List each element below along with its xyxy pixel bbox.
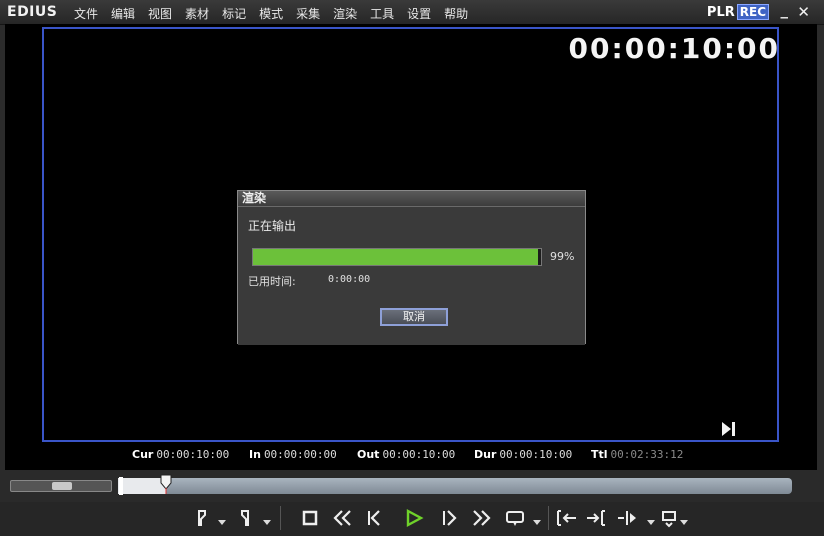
chevron-down-icon[interactable] [647, 518, 655, 526]
menu-render[interactable]: 渲染 [333, 5, 357, 22]
zoom-slider[interactable] [10, 480, 112, 492]
menu-marker[interactable]: 标记 [222, 5, 246, 22]
close-button[interactable]: ✕ [797, 3, 810, 21]
main-menu: 文件 编辑 视图 素材 标记 模式 采集 渲染 工具 设置 帮助 [74, 5, 468, 22]
play-button[interactable] [402, 506, 426, 530]
fast-forward-icon [473, 510, 491, 526]
render-dialog: 渲染 正在输出 99% 已用时间: 0:00:00 取消 [237, 190, 586, 345]
app-logo: EDIUS [7, 4, 58, 20]
set-out-button[interactable] [233, 506, 257, 530]
set-out-icon [241, 510, 249, 526]
step-forward-button[interactable] [438, 506, 462, 530]
overwrite-button[interactable] [585, 506, 609, 530]
in-value[interactable]: 00:00:00:00 [264, 448, 337, 461]
minimize-button[interactable]: _ [781, 1, 789, 19]
menu-edit[interactable]: 编辑 [111, 5, 135, 22]
menubar: EDIUS 文件 编辑 视图 素材 标记 模式 采集 渲染 工具 设置 帮助 P… [0, 0, 824, 25]
plr-rec-toggle[interactable]: PLR REC [707, 4, 769, 20]
loop-button[interactable] [503, 506, 527, 530]
dialog-body: 正在输出 99% 已用时间: 0:00:00 取消 [238, 207, 585, 345]
out-value[interactable]: 00:00:10:00 [382, 448, 455, 461]
rewind-button[interactable] [330, 506, 354, 530]
cur-value[interactable]: 00:00:10:00 [156, 448, 229, 461]
chevron-down-icon[interactable] [263, 518, 271, 526]
chevron-down-icon[interactable] [680, 518, 688, 526]
position-bar-played [118, 478, 166, 494]
insert-button[interactable] [555, 506, 579, 530]
cancel-button[interactable]: 取消 [380, 308, 448, 326]
transport-divider [280, 506, 281, 530]
chevron-down-icon[interactable] [218, 518, 226, 526]
progress-fill [253, 249, 539, 265]
menu-help[interactable]: 帮助 [444, 5, 468, 22]
set-in-icon [198, 510, 206, 526]
cur-label: Cur [132, 448, 154, 461]
rec-label[interactable]: REC [736, 4, 769, 20]
timecode-infobar: Cur 00:00:10:00 In 00:00:00:00 Out 00:00:10… [0, 448, 824, 466]
step-back-icon [368, 510, 380, 526]
menu-view[interactable]: 视图 [148, 5, 172, 22]
rewind-icon [333, 510, 351, 526]
loop-icon [506, 511, 524, 526]
zoom-slider-handle[interactable] [52, 482, 72, 490]
overwrite-icon [587, 510, 605, 526]
ttl-timecode: Ttl 00:02:33:12 [591, 448, 683, 461]
stop-icon [302, 510, 318, 526]
dialog-title: 渲染 [238, 191, 585, 207]
progress-bar [252, 248, 542, 266]
playhead-icon[interactable] [160, 474, 172, 494]
menu-capture[interactable]: 采集 [296, 5, 320, 22]
transport-divider [548, 506, 549, 530]
plr-label[interactable]: PLR [707, 5, 735, 20]
menu-clip[interactable]: 素材 [185, 5, 209, 22]
skip-to-end-icon[interactable] [720, 421, 736, 437]
status-text: 正在输出 [248, 219, 297, 233]
stop-button[interactable] [298, 506, 322, 530]
insert-icon [557, 510, 576, 526]
three-point-icon [618, 511, 636, 525]
in-label: In [249, 448, 261, 461]
ttl-value: 00:02:33:12 [610, 448, 684, 461]
chevron-down-icon[interactable] [533, 518, 541, 526]
progress-percent: 99% [550, 250, 575, 263]
cur-timecode: Cur 00:00:10:00 [132, 448, 229, 461]
out-label: Out [357, 448, 380, 461]
position-bar[interactable] [118, 478, 792, 494]
menu-tools[interactable]: 工具 [370, 5, 394, 22]
set-in-button[interactable] [190, 506, 214, 530]
three-point-button[interactable] [615, 506, 639, 530]
elapsed-value: 0:00:00 [328, 274, 371, 285]
in-point-marker[interactable] [119, 477, 123, 495]
export-icon [662, 511, 676, 528]
elapsed-label: 已用时间: [248, 275, 296, 288]
dur-label: Dur [474, 448, 497, 461]
preview-timecode: 00:00:10:00 [568, 32, 780, 65]
menu-mode[interactable]: 模式 [259, 5, 283, 22]
in-timecode: In 00:00:00:00 [249, 448, 337, 461]
export-button[interactable] [658, 506, 682, 530]
out-timecode: Out 00:00:10:00 [357, 448, 455, 461]
play-icon [406, 508, 424, 528]
step-forward-icon [443, 510, 457, 526]
menu-file[interactable]: 文件 [74, 5, 98, 22]
fast-forward-button[interactable] [470, 506, 494, 530]
ttl-label: Ttl [591, 448, 608, 461]
dur-timecode: Dur 00:00:10:00 [474, 448, 572, 461]
menu-settings[interactable]: 设置 [407, 5, 431, 22]
dur-value[interactable]: 00:00:10:00 [499, 448, 572, 461]
step-back-button[interactable] [363, 506, 387, 530]
